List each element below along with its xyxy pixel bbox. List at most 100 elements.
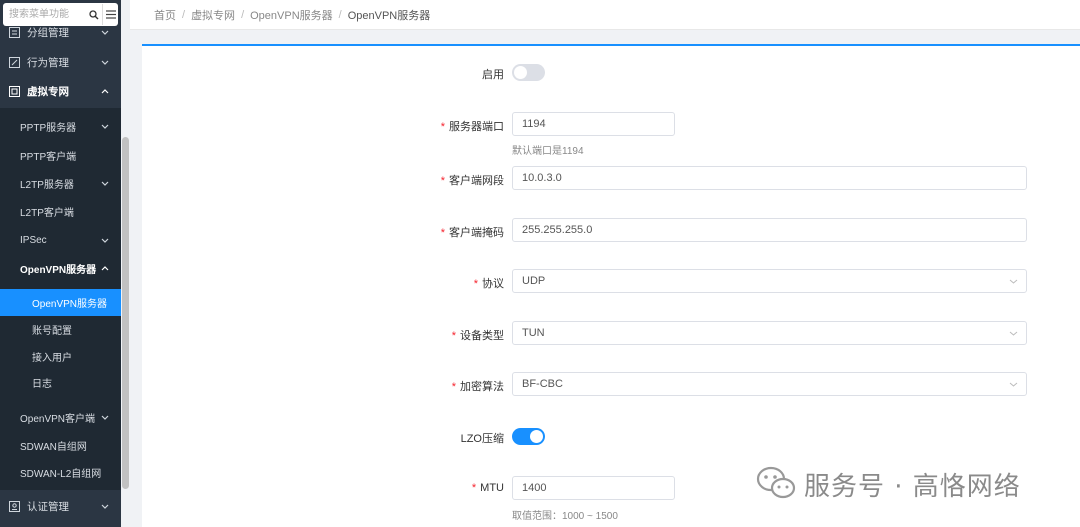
protocol-select[interactable]: UDP [512,269,1027,293]
subitem-label: L2TP客户端 [20,207,74,219]
cipher-label: * 加密算法 [452,378,504,394]
client-mask-label: * 客户端掩码 [441,224,504,240]
sidebar-leaf-log[interactable]: 日志 [0,369,121,396]
chevron-down-icon [1009,329,1018,338]
mtu-hint: 取值范围：1000 ~ 1500 [512,511,618,522]
sidebar-subitem-ipsec[interactable]: IPSec [0,226,121,254]
client-mask-input[interactable]: 255.255.255.0 [512,218,1027,242]
port-input[interactable]: 1194 [512,112,675,136]
watermark: 服务号 · 高恪网络 [756,464,1021,504]
sidebar-subitem-l2tp-client[interactable]: L2TP客户端 [0,197,121,225]
client-subnet-label: * 客户端网段 [441,172,504,188]
sidebar-scrollbar[interactable] [121,0,130,527]
chevron-down-icon [1009,380,1018,389]
cipher-value: BF-CBC [522,378,563,390]
enable-label: 启用 [482,69,504,81]
sidebar-subitem-sdwan[interactable]: SDWAN自组网 [0,431,121,459]
sidebar-leaf-connected-users[interactable]: 接入用户 [0,343,121,370]
network-icon [9,85,20,97]
chevron-down-icon [101,30,109,35]
id-card-icon [9,500,20,512]
required-mark: * [451,381,456,393]
device-type-value: TUN [522,327,545,339]
menu-search-input[interactable] [3,4,89,25]
chevron-up-icon [101,88,109,94]
subitem-label: OpenVPN服务器 [20,264,97,276]
subitem-label: SDWAN-L2自组网 [20,468,102,480]
switch-knob [514,66,527,79]
port-value: 1194 [522,118,546,130]
lzo-label: LZO压缩 [460,433,504,445]
subitem-label: IPSec [20,234,47,246]
sidebar-item-label: 分组管理 [27,26,69,39]
chevron-down-icon [101,238,109,243]
client-mask-label-text: 客户端掩码 [449,227,504,239]
chevron-down-icon [101,415,109,420]
sidebar-item-label: 认证管理 [27,500,69,513]
breadcrumb-separator: / [338,8,342,21]
leaf-label: 接入用户 [32,353,72,364]
client-subnet-value: 10.0.3.0 [522,172,562,184]
subitem-label: PPTP客户端 [20,151,77,163]
mtu-label: * MTU [472,482,504,494]
mtu-input[interactable]: 1400 [512,476,675,500]
required-mark: * [451,330,456,342]
device-type-select[interactable]: TUN [512,321,1027,345]
mtu-value: 1400 [522,482,547,494]
protocol-label: * 协议 [474,275,504,291]
subitem-label: SDWAN自组网 [20,441,87,453]
required-mark: * [473,278,478,290]
protocol-value: UDP [522,275,546,287]
sidebar-item-behavior-management[interactable]: 行为管理 [0,48,121,76]
cipher-select[interactable]: BF-CBC [512,372,1027,396]
enable-switch[interactable] [512,64,545,81]
breadcrumb-separator: / [182,8,186,21]
leaf-label: OpenVPN服务器 [32,299,108,310]
mtu-label-text: MTU [480,482,504,494]
list-icon [9,26,20,38]
watermark-text: 服务号 · 高恪网络 [804,471,1021,502]
sidebar-item-label: 虚拟专网 [27,85,69,98]
breadcrumb-current: OpenVPN服务器 [347,9,431,22]
breadcrumb: 首页 / 虚拟专网 / OpenVPN服务器 / OpenVPN服务器 [130,0,1080,30]
port-label: * 服务器端口 [441,118,504,134]
subitem-label: OpenVPN客户端 [20,413,96,425]
sidebar-item-label: 行为管理 [27,56,69,69]
required-mark: * [440,227,445,239]
device-type-label-text: 设备类型 [460,330,504,342]
sidebar-leaf-openvpn-server[interactable]: OpenVPN服务器 [0,289,121,316]
breadcrumb-home[interactable]: 首页 [154,7,176,23]
chevron-down-icon [1009,277,1018,286]
sidebar-leaf-account-config[interactable]: 账号配置 [0,316,121,343]
sidebar-item-group-management[interactable]: 分组管理 [0,24,121,40]
sidebar-subitem-sdwan-l2[interactable]: SDWAN-L2自组网 [0,458,121,486]
required-mark: * [440,121,445,133]
sidebar-subitem-openvpn-server[interactable]: OpenVPN服务器 [0,254,121,282]
leaf-label: 日志 [32,379,52,390]
sidebar-subitem-pptp-server[interactable]: PPTP服务器 [0,112,121,140]
required-mark: * [471,482,477,494]
sidebar-subitem-l2tp-server[interactable]: L2TP服务器 [0,169,121,197]
required-mark: * [440,175,445,187]
chevron-down-icon [101,181,109,186]
subitem-label: L2TP服务器 [20,179,74,191]
cipher-label-text: 加密算法 [460,381,504,393]
chevron-up-icon [101,265,109,271]
breadcrumb-vpn[interactable]: 虚拟专网 [191,7,235,23]
client-subnet-input[interactable]: 10.0.3.0 [512,166,1027,190]
sidebar-subitem-pptp-client[interactable]: PPTP客户端 [0,141,121,169]
lzo-switch[interactable] [512,428,545,445]
client-mask-value: 255.255.255.0 [522,224,593,236]
chevron-down-icon [101,60,109,65]
search-icon[interactable] [89,7,99,23]
scrollbar-thumb[interactable] [122,137,129,489]
sidebar-item-authentication-management[interactable]: 认证管理 [0,492,121,520]
breadcrumb-openvpn-server-group[interactable]: OpenVPN服务器 [250,7,333,23]
client-subnet-label-text: 客户端网段 [449,175,504,187]
sidebar-subitem-openvpn-client[interactable]: OpenVPN客户端 [0,403,121,431]
switch-knob [530,430,543,443]
edit-icon [9,56,20,68]
wechat-icon [756,466,796,503]
menu-toggle-icon[interactable] [102,4,118,25]
sidebar-item-virtual-private-network[interactable]: 虚拟专网 [0,77,121,105]
